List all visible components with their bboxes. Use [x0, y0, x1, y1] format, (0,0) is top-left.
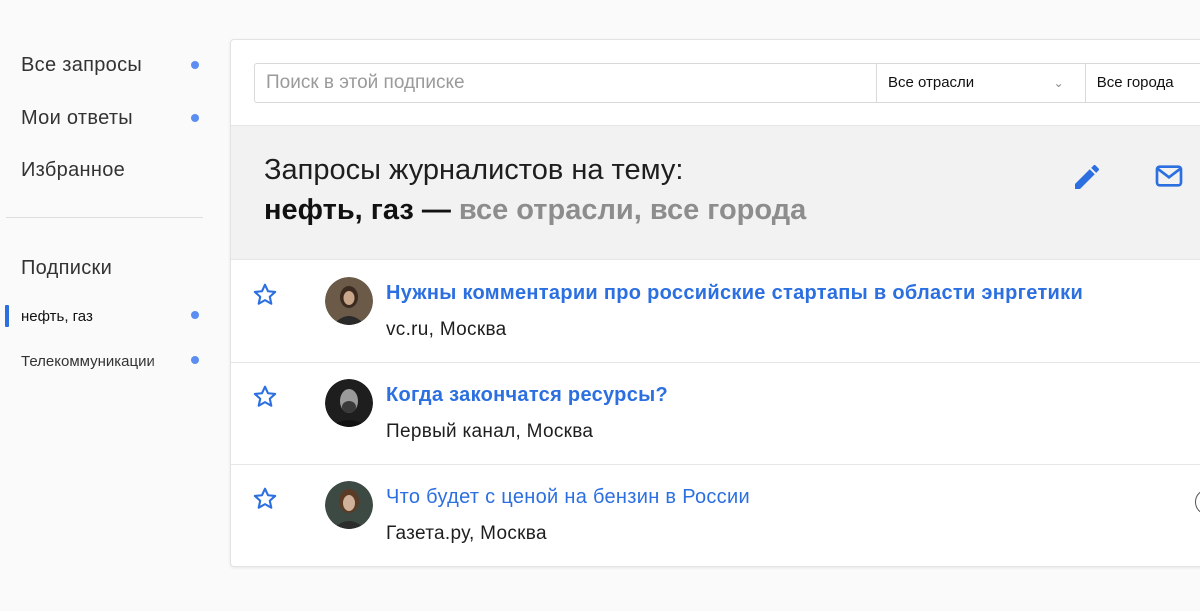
header-title: Запросы журналистов на тему:	[264, 154, 684, 186]
nav-my-answers-label: Мои ответы	[21, 107, 133, 129]
request-row[interactable]: Когда закончатся ресурсы? Первый канал, …	[231, 363, 1200, 465]
nav-my-answers[interactable]: Мои ответы	[21, 107, 205, 130]
unread-dot	[191, 356, 199, 364]
city-select[interactable]: Все города	[1084, 64, 1200, 102]
unread-dot	[191, 61, 199, 69]
header-scope: все отрасли, все города	[450, 194, 807, 226]
nav-all-requests-label: Все запросы	[21, 54, 143, 76]
avatar	[325, 379, 373, 427]
request-source: vc.ru, Москва	[386, 319, 507, 340]
star-icon[interactable]	[251, 383, 279, 411]
nav-all-requests[interactable]: Все запросы	[21, 54, 205, 77]
request-row[interactable]: Нужны комментарии про российские стартап…	[231, 261, 1200, 363]
request-title[interactable]: Когда закончатся ресурсы?	[386, 384, 668, 407]
header-topic: нефть, газ —	[264, 194, 451, 226]
avatar	[325, 481, 373, 529]
subscription-oil-gas[interactable]: нефть, газ	[21, 308, 171, 325]
filter-bar: Все отрасли ⌄ Все города	[254, 63, 1200, 103]
subscription-telecom[interactable]: Телекоммуникации	[21, 353, 171, 370]
sidebar: Все запросы Мои ответы Избранное Подписк…	[0, 0, 215, 611]
subscriptions-heading: Подписки	[21, 257, 113, 279]
topic-header: Запросы журналистов на тему: нефть, газ …	[231, 125, 1200, 260]
search-input[interactable]	[255, 64, 876, 102]
pencil-icon[interactable]	[1071, 161, 1103, 193]
unread-dot	[191, 114, 199, 122]
unread-dot	[191, 311, 199, 319]
request-source: Газета.ру, Москва	[386, 523, 547, 544]
avatar	[325, 277, 373, 325]
sector-select-value: Все отрасли	[887, 74, 975, 91]
city-select-value: Все города	[1096, 74, 1174, 91]
nav-favorites-label: Избранное	[21, 159, 126, 181]
envelope-icon[interactable]	[1153, 160, 1185, 192]
sector-select[interactable]: Все отрасли ⌄	[875, 64, 1085, 102]
star-icon[interactable]	[251, 485, 279, 513]
chevron-down-icon: ⌄	[1053, 76, 1064, 90]
info-icon[interactable]	[1195, 489, 1200, 515]
main-panel: Все отрасли ⌄ Все города Запросы журнали…	[230, 39, 1200, 567]
request-title[interactable]: Что будет с ценой на бензин в России	[386, 486, 750, 509]
request-source: Первый канал, Москва	[386, 421, 594, 442]
active-indicator	[5, 305, 9, 327]
nav-favorites[interactable]: Избранное	[21, 159, 205, 182]
header-subtitle: нефть, газ — все отрасли, все города	[264, 194, 806, 227]
sidebar-divider	[6, 217, 203, 218]
request-row[interactable]: Что будет с ценой на бензин в России Газ…	[231, 465, 1200, 566]
star-icon[interactable]	[251, 281, 279, 309]
text-fade	[150, 348, 175, 374]
request-title[interactable]: Нужны комментарии про российские стартап…	[386, 282, 1083, 305]
